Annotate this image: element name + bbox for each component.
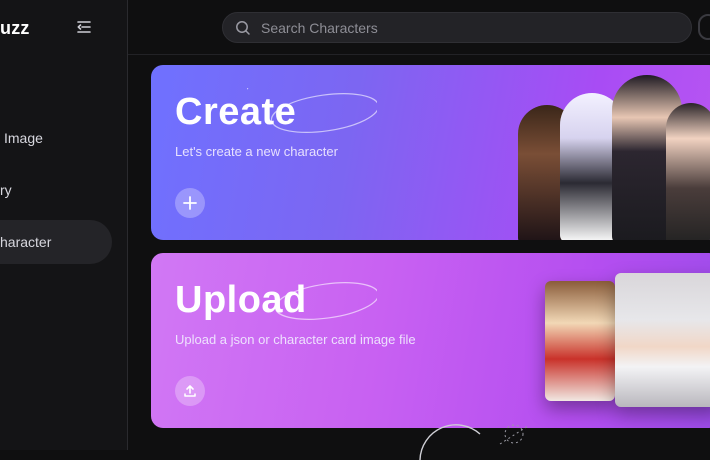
sidebar-item-image[interactable]: Image [0, 116, 112, 160]
upload-card-title: Upload [175, 279, 307, 321]
upload-character-card[interactable]: Upload Upload a json or character card i… [151, 253, 710, 428]
character-card-image-2 [615, 273, 710, 407]
sidebar-item-gallery[interactable]: ry [0, 168, 112, 212]
brand-logo[interactable]: uzz [0, 18, 30, 39]
search-bar[interactable] [222, 12, 692, 43]
sidebar-item-label: haracter [0, 234, 52, 250]
sidebar-item-character[interactable]: haracter [0, 220, 112, 264]
header-action-button[interactable] [698, 14, 710, 40]
bottom-decoration [419, 424, 529, 460]
collapse-sidebar-button[interactable] [75, 18, 93, 36]
upload-card-subtitle: Upload a json or character card image fi… [175, 332, 416, 347]
top-header [128, 0, 710, 55]
character-card-image-1 [545, 281, 615, 401]
upload-button[interactable] [175, 376, 205, 406]
character-group-illustration [516, 75, 710, 240]
upload-icon [184, 385, 196, 397]
plus-icon [183, 196, 197, 210]
sidebar-item-label: ry [0, 182, 12, 198]
search-icon [235, 20, 251, 36]
create-button[interactable] [175, 188, 205, 218]
create-character-card[interactable]: Create Let's create a new character [151, 65, 710, 240]
sidebar: uzz Image ry haracter [0, 0, 128, 450]
create-card-title: Create [175, 91, 297, 133]
collapse-sidebar-icon [77, 21, 91, 33]
search-input[interactable] [259, 18, 663, 37]
create-card-subtitle: Let's create a new character [175, 144, 338, 159]
sidebar-item-label: Image [4, 130, 43, 146]
